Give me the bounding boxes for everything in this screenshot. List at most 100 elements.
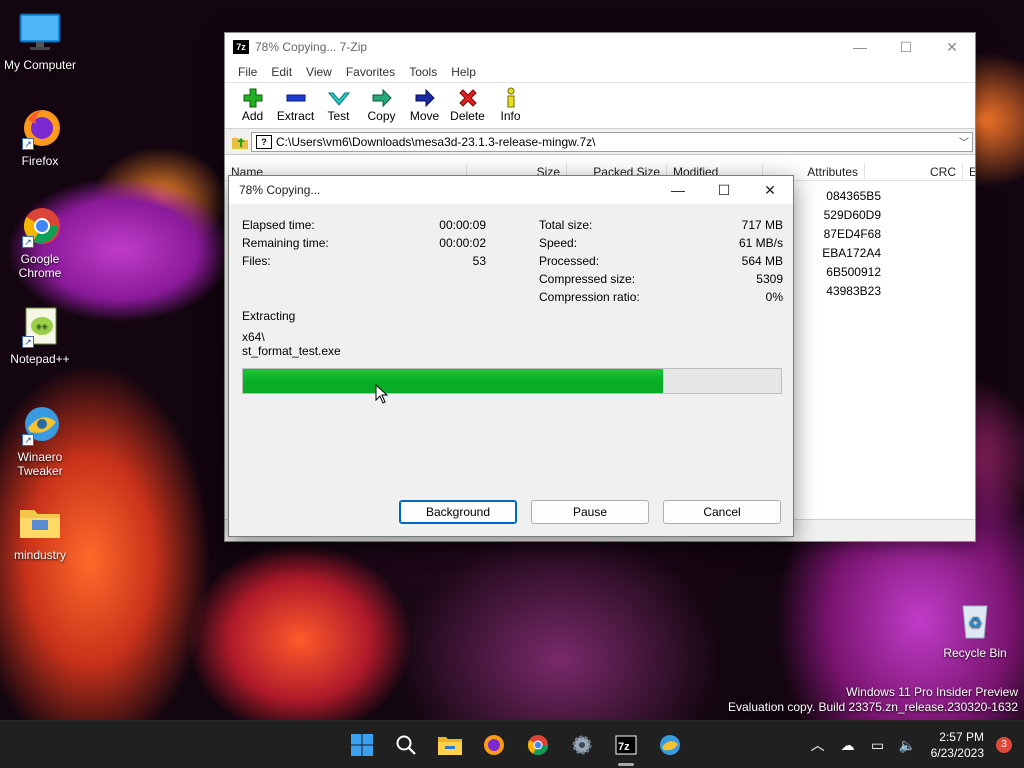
- menu-edit[interactable]: Edit: [264, 65, 299, 79]
- files-label: Files:: [242, 254, 271, 268]
- svg-text:++: ++: [36, 322, 48, 333]
- table-cell-crc: 6B500912: [826, 265, 881, 279]
- chevron-up-icon[interactable]: ︿: [803, 735, 833, 755]
- table-cell-crc: 87ED4F68: [823, 227, 881, 241]
- info-button[interactable]: Info: [489, 83, 532, 128]
- menu-tools[interactable]: Tools: [402, 65, 444, 79]
- processed-label: Processed:: [539, 254, 600, 268]
- move-arrow-icon: [403, 87, 446, 109]
- window-title: 78% Copying... 7-Zip: [255, 40, 368, 54]
- stat-row: Files: 53: [242, 254, 486, 272]
- network-icon[interactable]: ▭: [863, 737, 893, 754]
- current-folder: x64\: [242, 330, 265, 344]
- maximize-icon[interactable]: ☐: [883, 33, 929, 61]
- desktop-icon-winaero-tweaker[interactable]: ↗ Winaero Tweaker: [0, 402, 80, 478]
- info-icon: [489, 87, 532, 109]
- copy-button[interactable]: Copy: [360, 83, 403, 128]
- progress-bar: [242, 368, 782, 394]
- desktop-icon-notepad-plus-plus[interactable]: ++ ↗ Notepad++: [0, 304, 80, 366]
- total-size-value: 717 MB: [741, 218, 783, 232]
- chrome-icon: ↗: [18, 204, 62, 248]
- shortcut-arrow-icon: ↗: [22, 236, 34, 248]
- move-button[interactable]: Move: [403, 83, 446, 128]
- menu-help[interactable]: Help: [444, 65, 483, 79]
- notification-badge[interactable]: 3: [996, 737, 1012, 753]
- remaining-time-value: 00:00:02: [439, 236, 486, 250]
- compressed-size-value: 5309: [756, 272, 783, 286]
- dialog-title: 78% Copying...: [239, 183, 321, 197]
- desktop-icon-firefox[interactable]: ↗ Firefox: [0, 106, 80, 168]
- system-tray: ︿ ☁ ▭ 🔈 2:57 PM 6/23/2023 3: [803, 721, 1024, 768]
- stat-row: Compressed size: 5309: [539, 272, 783, 290]
- menu-view[interactable]: View: [299, 65, 339, 79]
- taskbar-settings-button[interactable]: [560, 721, 604, 768]
- gear-icon: [572, 735, 592, 755]
- minus-icon: [274, 87, 317, 109]
- stat-row: Elapsed time: 00:00:09: [242, 218, 486, 236]
- taskbar-7zip-button[interactable]: 7z: [604, 721, 648, 768]
- minimize-icon[interactable]: —: [655, 182, 701, 198]
- column-crc[interactable]: CRC: [865, 163, 963, 180]
- path-input[interactable]: ? C:\Users\vm6\Downloads\mesa3d-23.1.3-r…: [251, 131, 973, 152]
- folder-up-icon[interactable]: [229, 132, 251, 152]
- copy-progress-dialog: 78% Copying... — ☐ ✕ Elapsed time: 00:00:0…: [228, 175, 794, 537]
- dialog-title-bar: 78% Copying... — ☐ ✕: [229, 176, 793, 204]
- svg-text:7z: 7z: [618, 741, 630, 753]
- test-button[interactable]: Test: [317, 83, 360, 128]
- desktop-icon-google-chrome[interactable]: ↗ Google Chrome: [0, 204, 80, 280]
- maximize-icon[interactable]: ☐: [701, 182, 747, 199]
- table-cell-crc: 529D60D9: [823, 208, 881, 222]
- table-cell-crc: EBA172A4: [822, 246, 881, 260]
- folder-icon: [438, 737, 462, 755]
- x-delete-icon: [446, 87, 489, 109]
- clock-date: 6/23/2023: [930, 746, 984, 760]
- pause-button[interactable]: Pause: [531, 500, 649, 524]
- background-button[interactable]: Background: [399, 500, 517, 524]
- winaero-tweaker-icon: ↗: [18, 402, 62, 446]
- start-button[interactable]: [340, 721, 384, 768]
- shortcut-arrow-icon: ↗: [22, 434, 34, 446]
- desktop-icon-label: My Computer: [3, 58, 77, 72]
- speed-label: Speed:: [539, 236, 578, 250]
- file-explorer-button[interactable]: [428, 721, 472, 768]
- current-file: st_format_test.exe: [242, 344, 341, 358]
- taskbar: 7z ︿ ☁ ▭ 🔈 2:57 PM 6/23/2023 3: [0, 720, 1024, 768]
- search-icon: [396, 735, 416, 755]
- search-button[interactable]: [384, 721, 428, 768]
- onedrive-off-icon[interactable]: ☁: [833, 737, 863, 754]
- archive-icon: ?: [256, 134, 272, 149]
- winaero-tweaker-icon: [660, 735, 680, 755]
- desktop-icon-recycle-bin[interactable]: ♻ Recycle Bin: [935, 598, 1015, 660]
- progress-bar-fill: [243, 369, 663, 393]
- chevron-down-icon[interactable]: ﹀: [956, 134, 972, 149]
- cancel-button[interactable]: Cancel: [663, 500, 781, 524]
- plus-icon: [231, 87, 274, 109]
- taskbar-chrome-button[interactable]: [516, 721, 560, 768]
- clock-time: 2:57 PM: [939, 730, 984, 744]
- shortcut-arrow-icon: ↗: [22, 138, 34, 150]
- clock[interactable]: 2:57 PM 6/23/2023: [931, 729, 984, 761]
- close-icon[interactable]: ✕: [929, 33, 975, 61]
- volume-icon[interactable]: 🔈: [893, 737, 923, 754]
- menu-file[interactable]: File: [231, 65, 264, 79]
- menu-favorites[interactable]: Favorites: [339, 65, 402, 79]
- extract-button[interactable]: Extract: [274, 83, 317, 128]
- stat-row: Processed: 564 MB: [539, 254, 783, 272]
- delete-button[interactable]: Delete: [446, 83, 489, 128]
- minimize-icon[interactable]: —: [837, 33, 883, 61]
- stat-row: Total size: 717 MB: [539, 218, 783, 236]
- column-encrypted[interactable]: Encrypte: [963, 163, 975, 180]
- files-value: 53: [472, 254, 486, 268]
- shortcut-arrow-icon: ↗: [22, 336, 34, 348]
- close-icon[interactable]: ✕: [747, 182, 793, 199]
- menu-bar: File Edit View Favorites Tools Help: [225, 61, 975, 83]
- speed-value: 61 MB/s: [738, 236, 783, 250]
- add-button[interactable]: Add: [231, 83, 274, 128]
- desktop-icon-my-computer[interactable]: My Computer: [0, 10, 80, 72]
- main-title-bar: 7z 78% Copying... 7-Zip — ☐ ✕: [225, 33, 975, 61]
- stat-row: Speed: 61 MB/s: [539, 236, 783, 254]
- taskbar-firefox-button[interactable]: [472, 721, 516, 768]
- desktop-icon-mindustry[interactable]: mindustry: [0, 500, 80, 562]
- taskbar-winaero-button[interactable]: [648, 721, 692, 768]
- compression-ratio-value: 0%: [765, 290, 783, 304]
